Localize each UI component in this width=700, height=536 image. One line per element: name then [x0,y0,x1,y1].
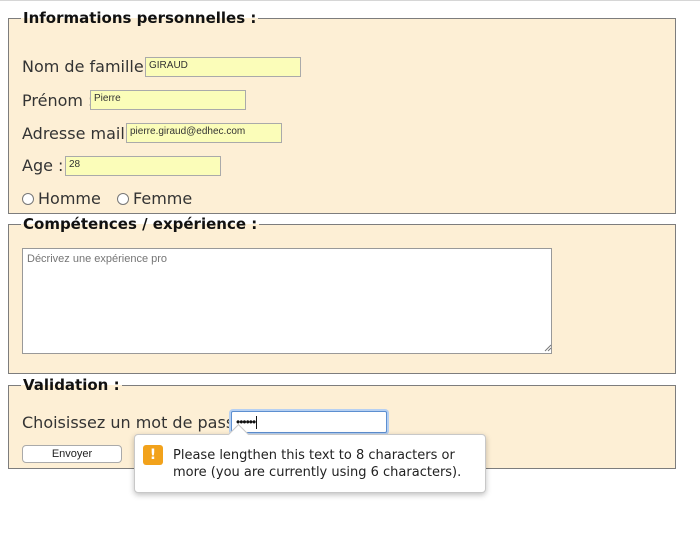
radio-femme[interactable] [117,192,130,205]
age-input[interactable]: 28 [65,156,221,176]
password-row: Choisissez un mot de passe : [22,412,254,432]
email-input[interactable]: pierre.giraud@edhec.com [126,123,282,143]
radio-femme-label: Femme [133,189,193,208]
radio-homme-label: Homme [38,189,101,208]
nom-label: Nom de famille : [22,57,155,76]
prenom-label: Prénom : [22,91,94,110]
resize-grip-icon[interactable] [544,344,552,352]
experience-textarea[interactable] [22,248,552,354]
age-row: Age : [22,155,63,175]
browser-top-border [0,0,700,5]
email-label: Adresse mail : [22,124,136,143]
personal-info-fieldset: Informations personnelles : Nom de famil… [8,10,676,214]
prenom-row: Prénom : [22,90,93,110]
email-row: Adresse mail : [22,123,135,143]
validation-legend: Validation : [23,376,120,394]
validation-tooltip: ! Please lengthen this text to 8 charact… [134,423,486,493]
nom-input[interactable]: GIRAUD [145,57,301,77]
gender-row: Homme Femme [22,188,192,208]
prenom-input[interactable]: Pierre [90,90,246,110]
nom-row: Nom de famille : [22,56,154,76]
password-label: Choisissez un mot de passe : [22,413,255,432]
submit-button[interactable]: Envoyer [22,445,122,463]
password-input[interactable]: •••••• [231,411,387,433]
warning-icon: ! [143,445,163,465]
radio-homme[interactable] [22,192,34,205]
experience-legend: Compétences / expérience : [23,215,258,233]
text-caret [256,416,258,430]
experience-fieldset: Compétences / expérience : [8,216,676,374]
tooltip-message: Please lengthen this text to 8 character… [173,448,462,480]
personal-info-legend: Informations personnelles : [23,9,257,27]
age-label: Age : [22,156,64,175]
